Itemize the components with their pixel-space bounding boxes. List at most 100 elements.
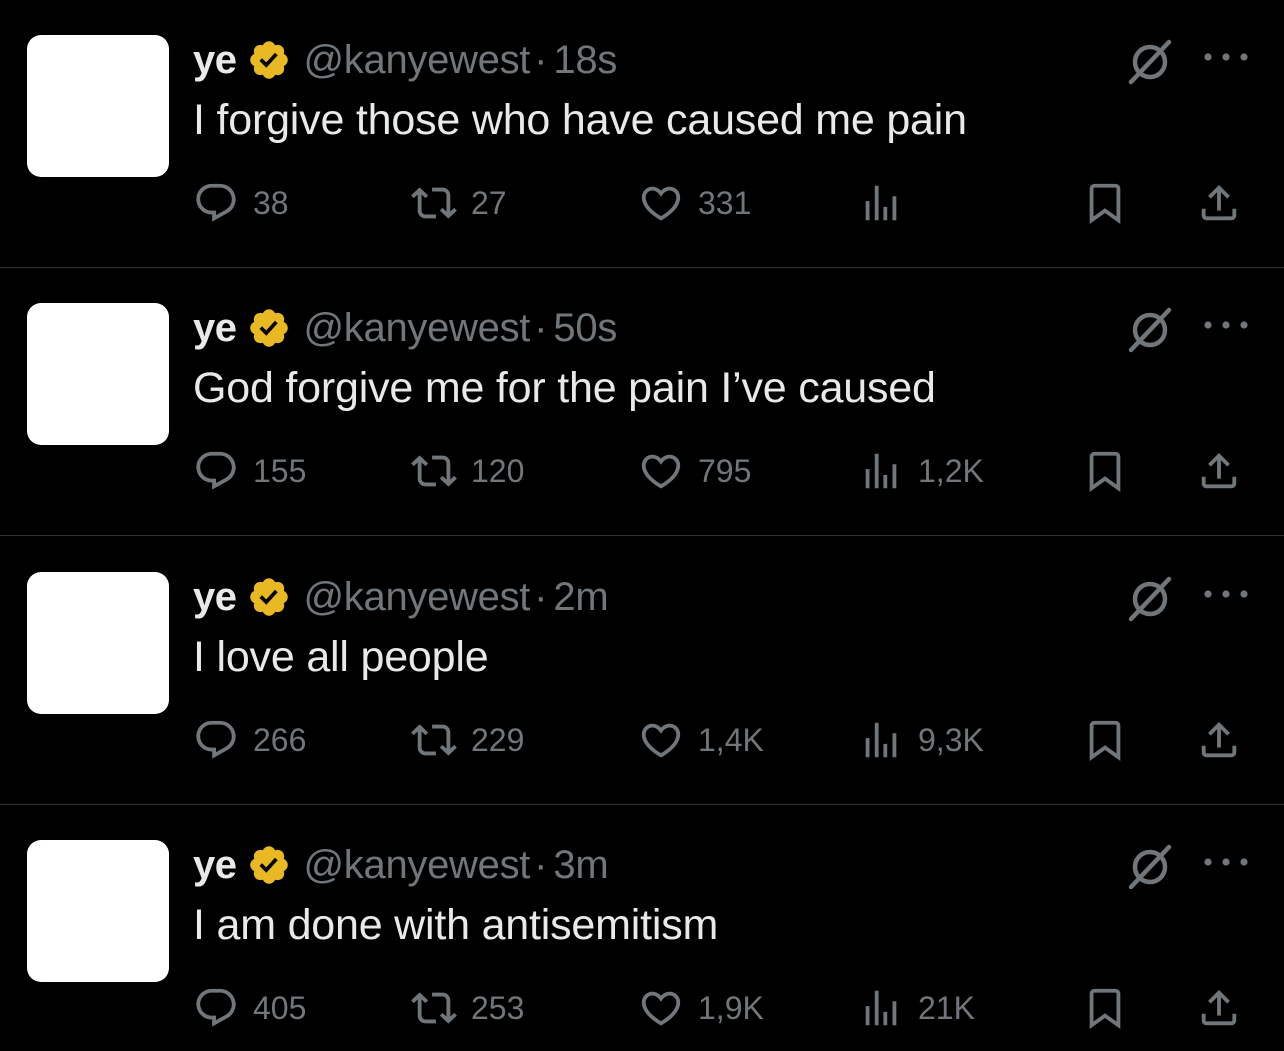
tweet-header: ye @kanyewest · 18s [193,34,617,86]
more-dots-icon[interactable] [1200,42,1252,72]
bookmark-icon [1089,720,1121,761]
timestamp[interactable]: 18s [553,38,617,83]
tweet-text: I love all people [193,633,489,681]
reply-icon [196,988,236,1027]
reply-button[interactable]: 405 [193,983,306,1033]
bookmark-button[interactable] [1082,715,1128,765]
like-count: 1,4K [698,721,764,758]
share-icon [1201,184,1237,221]
more-dots-icon[interactable] [1200,310,1252,340]
tweet[interactable]: ye @kanyewest · 18s I forgive those who … [0,0,1284,268]
views-button[interactable]: 9,3K [858,715,984,765]
bookmark-button[interactable] [1082,178,1128,228]
separator-dot: · [534,574,548,619]
reply-button[interactable]: 155 [193,446,306,496]
more-dots-icon[interactable] [1200,579,1252,609]
tweet[interactable]: ye @kanyewest · 50s God forgive me for t… [0,268,1284,536]
share-button[interactable] [1196,715,1242,765]
tweet-header: ye @kanyewest · 3m [193,839,609,891]
avatar[interactable] [27,840,169,982]
like-button[interactable]: 795 [638,446,751,496]
display-name[interactable]: ye [193,575,237,620]
separator-dot: · [534,305,548,350]
like-count: 331 [698,184,752,221]
like-count: 1,9K [698,989,764,1026]
retweet-icon [411,455,457,487]
like-button[interactable]: 331 [638,178,751,228]
share-button[interactable] [1196,983,1242,1033]
bookmark-button[interactable] [1082,446,1128,496]
retweet-count: 229 [471,721,525,758]
user-handle[interactable]: @kanyewest [304,38,531,83]
verified-badge-icon [249,41,288,79]
share-icon [1201,721,1237,758]
share-icon [1201,452,1237,489]
views-chart-icon [865,453,897,489]
tweet-feed: ye @kanyewest · 18s I forgive those who … [0,0,1284,1051]
avatar[interactable] [27,303,169,445]
display-name[interactable]: ye [193,306,237,351]
grok-icon[interactable] [1126,38,1174,86]
like-button[interactable]: 1,9K [638,983,764,1033]
user-handle[interactable]: @kanyewest [304,843,531,888]
reply-button[interactable]: 38 [193,178,289,228]
reply-icon [196,183,236,222]
bookmark-icon [1089,988,1121,1029]
tweet-divider [0,535,1284,536]
retweet-button[interactable]: 229 [411,715,524,765]
views-count: 21K [918,989,975,1026]
views-button[interactable]: 1,2K [858,446,984,496]
views-chart-icon [865,722,897,758]
views-button[interactable] [858,178,918,228]
avatar[interactable] [27,572,169,714]
tweet-header: ye @kanyewest · 50s [193,302,617,354]
verified-badge-icon [249,846,288,884]
reply-icon [196,720,236,759]
reply-count: 38 [253,184,289,221]
display-name[interactable]: ye [193,843,237,888]
retweet-icon [411,187,457,219]
retweet-button[interactable]: 253 [411,983,524,1033]
tweet[interactable]: ye @kanyewest · 3m I am done with antise… [0,805,1284,1051]
like-count: 795 [698,452,752,489]
heart-icon [641,723,681,758]
views-chart-icon [865,990,897,1026]
share-button[interactable] [1196,178,1242,228]
retweet-button[interactable]: 120 [411,446,524,496]
grok-icon[interactable] [1126,306,1174,354]
bookmark-icon [1089,451,1121,492]
bookmark-icon [1089,183,1121,224]
retweet-icon [411,992,457,1024]
share-button[interactable] [1196,446,1242,496]
timestamp[interactable]: 3m [553,843,608,888]
retweet-count: 27 [471,184,507,221]
tweet-text: I am done with antisemitism [193,901,719,949]
grok-icon[interactable] [1126,575,1174,623]
heart-icon [641,991,681,1026]
timestamp[interactable]: 2m [553,575,608,620]
user-handle[interactable]: @kanyewest [304,306,531,351]
views-count: 1,2K [918,452,984,489]
views-button[interactable]: 21K [858,983,975,1033]
separator-dot: · [534,842,548,887]
retweet-icon [411,724,457,756]
grok-icon[interactable] [1126,843,1174,891]
bookmark-button[interactable] [1082,983,1128,1033]
reply-count: 266 [253,721,307,758]
more-dots-icon[interactable] [1200,847,1252,877]
reply-button[interactable]: 266 [193,715,306,765]
timestamp[interactable]: 50s [553,306,617,351]
tweet-header: ye @kanyewest · 2m [193,571,609,623]
tweet[interactable]: ye @kanyewest · 2m I love all people 266… [0,537,1284,805]
avatar[interactable] [27,35,169,177]
user-handle[interactable]: @kanyewest [304,575,531,620]
separator-dot: · [534,37,548,82]
retweet-button[interactable]: 27 [411,178,507,228]
share-icon [1201,989,1237,1026]
reply-count: 155 [253,452,307,489]
display-name[interactable]: ye [193,38,237,83]
views-count: 9,3K [918,721,984,758]
like-button[interactable]: 1,4K [638,715,764,765]
retweet-count: 120 [471,452,525,489]
reply-count: 405 [253,989,307,1026]
